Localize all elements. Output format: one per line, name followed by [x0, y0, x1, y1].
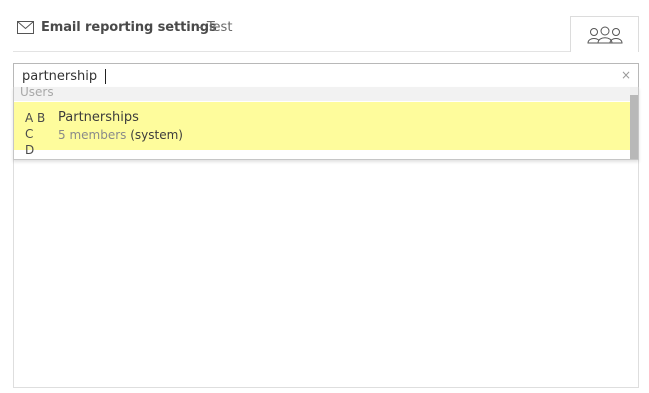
result-meta: 5 members (system) [58, 128, 183, 142]
result-item[interactable]: A B C D Partnerships 5 members (system) [14, 102, 630, 157]
section-header [14, 87, 638, 101]
group-letters-icon: A B C D [25, 111, 46, 157]
result-name: Partnerships [58, 110, 139, 125]
text-caret [105, 69, 106, 84]
group-icon [587, 26, 623, 44]
page-header: Email reporting settings - Test [0, 0, 649, 52]
section-label-users: Users [20, 87, 54, 99]
mail-icon [17, 21, 34, 34]
system-tag: (system) [130, 128, 183, 142]
member-count: 5 members [58, 128, 127, 142]
page-title: Email reporting settings [41, 20, 217, 35]
dropdown-scrollbar[interactable] [630, 87, 638, 159]
search-input[interactable] [22, 68, 602, 84]
page-subtitle: - Test [198, 20, 233, 35]
close-icon[interactable]: × [621, 69, 631, 81]
scrollbar-thumb[interactable] [630, 95, 638, 159]
header-divider [13, 51, 570, 52]
tab-users[interactable] [570, 16, 639, 52]
search-results-dropdown: Users A B C D Partnerships 5 members (sy… [13, 87, 639, 160]
search-box[interactable]: × [13, 63, 639, 89]
